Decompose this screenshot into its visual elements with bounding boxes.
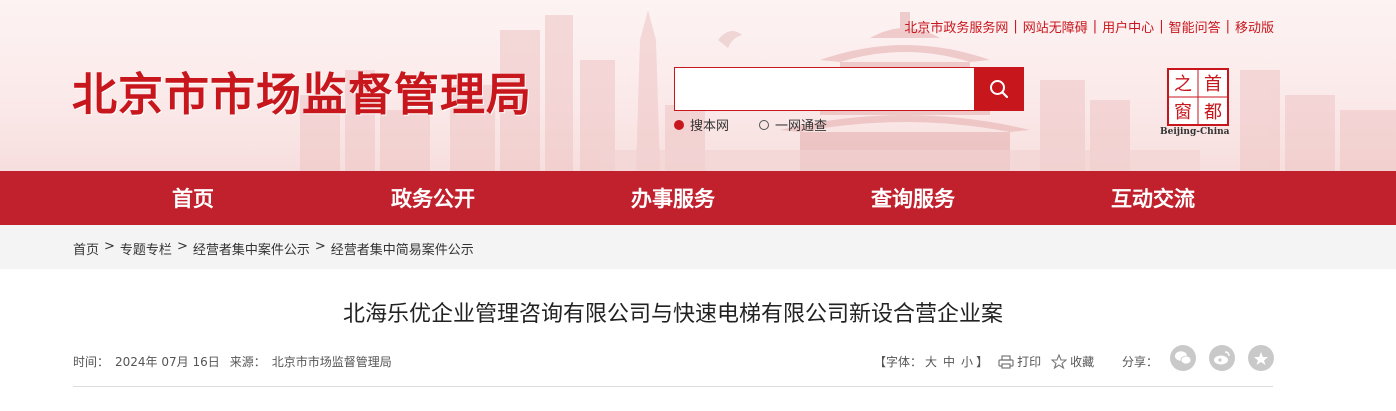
star-icon xyxy=(1051,354,1068,369)
font-size-small[interactable]: 小 xyxy=(961,353,973,370)
toplink-user-center[interactable]: 用户中心 xyxy=(1102,17,1154,36)
share-wechat-button[interactable] xyxy=(1170,345,1196,371)
article-date: 2024年 07月 16日 xyxy=(115,355,220,369)
breadcrumb-home[interactable]: 首页 xyxy=(73,239,99,258)
top-links: 北京市政务服务网 | 网站无障碍 | 用户中心 | 智能问答 | 移动版 xyxy=(904,17,1274,36)
source-label: 来源： xyxy=(229,355,266,369)
weibo-icon xyxy=(1214,351,1230,365)
toplink-accessibility[interactable]: 网站无障碍 xyxy=(1023,17,1088,36)
font-size-large[interactable]: 大 xyxy=(925,353,937,370)
search-scope-all[interactable]: 一网通查 xyxy=(759,115,827,134)
share-label: 分享： xyxy=(1122,355,1159,369)
wechat-icon xyxy=(1175,351,1192,365)
toplink-separator: | xyxy=(1013,19,1018,34)
search-icon xyxy=(990,80,1009,99)
time-label: 时间： xyxy=(73,355,110,369)
breadcrumb-separator: > xyxy=(176,239,188,254)
share-favorite-button[interactable] xyxy=(1248,345,1274,371)
favorite-label: 收藏 xyxy=(1070,355,1095,369)
article-title: 北海乐优企业管理咨询有限公司与快速电梯有限公司新设合营企业案 xyxy=(342,302,1003,327)
star-icon xyxy=(1254,351,1268,365)
nav-home[interactable]: 首页 xyxy=(172,171,214,225)
breadcrumb-separator: > xyxy=(314,239,326,254)
toplink-smart-qa[interactable]: 智能问答 xyxy=(1169,17,1221,36)
font-size-label-close: 】 xyxy=(976,355,989,369)
search-scope-site[interactable]: 搜本网 xyxy=(674,115,729,134)
toplink-mobile[interactable]: 移动版 xyxy=(1235,17,1274,36)
search-button[interactable] xyxy=(974,67,1024,111)
nav-query[interactable]: 查询服务 xyxy=(871,171,955,225)
share-weibo-button[interactable] xyxy=(1209,345,1235,371)
svg-text:窗: 窗 xyxy=(1174,102,1192,123)
svg-text:之: 之 xyxy=(1174,74,1192,95)
toplink-separator: | xyxy=(1159,19,1164,34)
article-tools: 【字体： 大 中 小 】 打印 收藏 xyxy=(874,353,1094,370)
print-label: 打印 xyxy=(1017,355,1042,369)
nav-interaction[interactable]: 互动交流 xyxy=(1111,171,1195,225)
radio-unselected-icon xyxy=(759,119,770,130)
font-size-label: 【字体： xyxy=(874,355,923,369)
header-banner: 北京市市场监督管理局 北京市政务服务网 | 网站无障碍 | 用户中心 | 智能问… xyxy=(0,0,1396,171)
search-input[interactable] xyxy=(674,67,974,111)
nav-gov-affairs[interactable]: 政务公开 xyxy=(391,171,475,225)
breadcrumb-simple-cases[interactable]: 经营者集中简易案件公示 xyxy=(331,239,474,258)
breadcrumb-concentration-cases[interactable]: 经营者集中案件公示 xyxy=(193,239,310,258)
radio-selected-icon xyxy=(674,119,684,130)
toplink-separator: | xyxy=(1092,19,1098,34)
breadcrumb: 首页 > 专题专栏 > 经营者集中案件公示 > 经营者集中简易案件公示 xyxy=(73,239,474,258)
logo-caption: Beijing-China xyxy=(1160,127,1230,137)
search-scope-options: 搜本网 一网通查 xyxy=(674,115,857,134)
breadcrumb-special-topics[interactable]: 专题专栏 xyxy=(120,239,172,258)
font-size-switcher: 【字体： 大 中 小 】 xyxy=(874,353,988,370)
capital-window-logo[interactable]: 首 都 之 窗 xyxy=(1167,68,1229,126)
font-size-medium[interactable]: 中 xyxy=(943,353,955,370)
meta-divider xyxy=(73,386,1273,387)
search-scope-all-label: 一网通查 xyxy=(775,119,828,134)
print-button[interactable]: 打印 xyxy=(998,353,1041,370)
breadcrumb-bar: 首页 > 专题专栏 > 经营者集中案件公示 > 经营者集中简易案件公示 xyxy=(0,225,1396,269)
svg-text:都: 都 xyxy=(1204,102,1222,123)
main-nav: 首页 政务公开 办事服务 查询服务 互动交流 xyxy=(0,171,1396,225)
nav-services[interactable]: 办事服务 xyxy=(631,171,715,225)
toplink-separator: | xyxy=(1225,19,1230,34)
svg-text:首: 首 xyxy=(1204,74,1222,95)
search-scope-site-label: 搜本网 xyxy=(690,119,730,134)
breadcrumb-separator: > xyxy=(104,239,115,254)
toplink-gov-service[interactable]: 北京市政务服务网 xyxy=(904,17,1008,36)
article-source: 北京市市场监督管理局 xyxy=(271,355,392,369)
site-title[interactable]: 北京市市场监督管理局 xyxy=(72,58,532,123)
article-meta: 时间： 2024年 07月 16日 来源： 北京市市场监督管理局 xyxy=(73,353,398,370)
favorite-button[interactable]: 收藏 xyxy=(1051,353,1094,370)
printer-icon xyxy=(998,354,1014,369)
search-bar xyxy=(674,67,1024,111)
